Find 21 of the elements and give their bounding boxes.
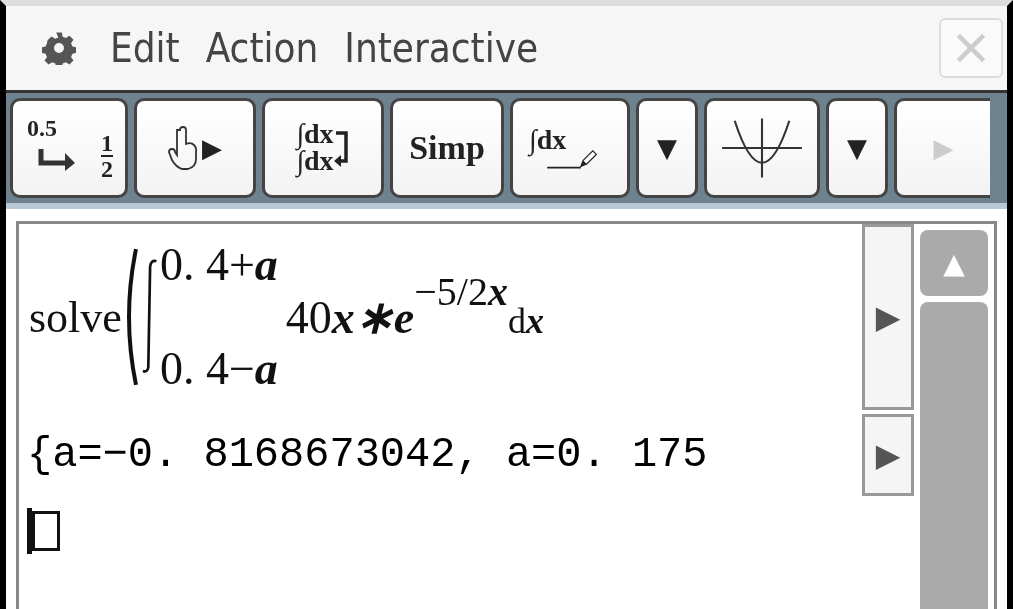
input-placeholder-box[interactable] bbox=[32, 511, 60, 551]
dropdown-button[interactable]: ▼ bbox=[826, 98, 888, 198]
text-cursor bbox=[27, 508, 32, 554]
menu-item[interactable]: Edit bbox=[110, 28, 180, 68]
scrollbar-track[interactable] bbox=[920, 302, 988, 609]
convert-button[interactable]: 0.5 1 2 bbox=[10, 98, 128, 198]
integral-toggle-button[interactable]: ∫dx ∫dx bbox=[262, 98, 384, 198]
parabola-icon bbox=[720, 116, 804, 180]
scroll-right-button[interactable]: ▶ bbox=[862, 224, 914, 410]
hand-button[interactable]: ▶ bbox=[134, 98, 256, 198]
dropdown-button[interactable]: ▼ bbox=[636, 98, 698, 198]
scroll-right-button[interactable]: ▶ bbox=[862, 414, 914, 496]
graph-button[interactable] bbox=[704, 98, 820, 198]
menu-item[interactable]: Action bbox=[205, 28, 319, 68]
hand-icon bbox=[168, 125, 198, 171]
integral-pen-button[interactable]: ∫dx bbox=[510, 98, 630, 198]
parenthesis-icon bbox=[125, 247, 138, 387]
result-text: {a=−0. 8168673042, a=0. 175 bbox=[26, 431, 709, 479]
settings-icon[interactable] bbox=[42, 31, 76, 65]
menu-item[interactable]: Interactive bbox=[344, 28, 539, 68]
simplify-button[interactable]: Simp bbox=[390, 98, 504, 198]
